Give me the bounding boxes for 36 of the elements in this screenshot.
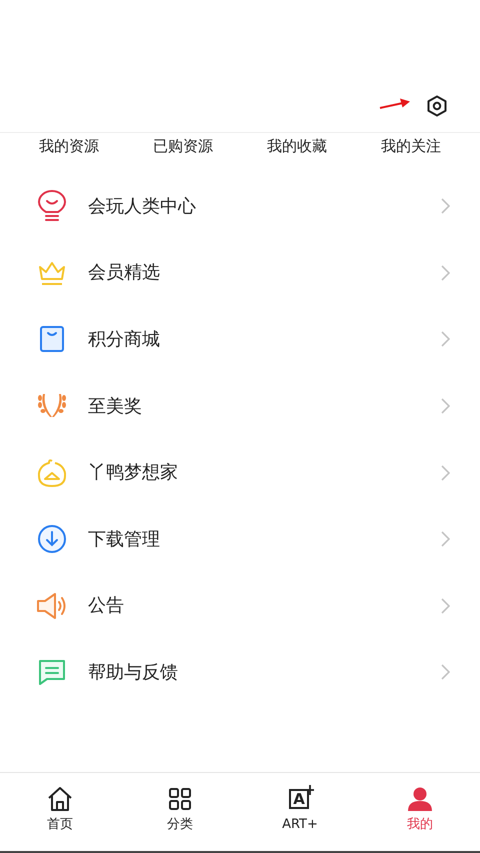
message-icon	[37, 658, 67, 686]
menu-item[interactable]: 会员精选	[0, 240, 480, 306]
chevron-right-icon	[441, 464, 450, 481]
nav-tab[interactable]: 我的	[360, 773, 480, 851]
chevron-right-icon	[441, 198, 450, 214]
menu-item[interactable]: 丫鸭梦想家	[0, 439, 480, 506]
chevron-right-icon	[441, 664, 450, 680]
tab[interactable]: 我的关注	[381, 137, 441, 155]
chevron-right-icon	[441, 531, 450, 548]
menu-item[interactable]: 积分商城	[0, 306, 480, 373]
speaker-icon	[36, 592, 68, 620]
tab[interactable]: 我的收藏	[267, 137, 327, 155]
chevron-right-icon	[441, 264, 450, 281]
menu-item[interactable]: 至美奖	[0, 372, 480, 440]
chevron-right-icon	[441, 398, 450, 414]
nav-tab[interactable]: 分类	[120, 773, 240, 851]
nav-tab[interactable]: 首页	[0, 773, 120, 851]
crown-icon	[38, 260, 66, 286]
settings-icon[interactable]	[427, 95, 447, 117]
bag-icon	[39, 325, 65, 354]
annotation-arrow	[379, 97, 411, 111]
menu-item[interactable]: 下载管理	[0, 506, 480, 573]
grid-icon	[168, 785, 192, 813]
tab[interactable]: 我的资源	[39, 137, 99, 155]
menu-item[interactable]: 会玩人类中心	[0, 173, 480, 240]
menu-item[interactable]: 帮助与反馈	[0, 639, 480, 706]
chevron-right-icon	[441, 331, 450, 348]
download-icon	[37, 524, 67, 554]
chevron-right-icon	[441, 598, 450, 614]
nav-tab[interactable]: A ART+	[240, 773, 360, 851]
home-icon	[47, 785, 73, 813]
lightbulb-icon	[37, 190, 67, 222]
person-icon	[407, 785, 433, 813]
tab[interactable]: 已购资源	[153, 137, 213, 155]
menu-item[interactable]: 公告	[0, 572, 480, 640]
duck-icon	[37, 458, 67, 488]
